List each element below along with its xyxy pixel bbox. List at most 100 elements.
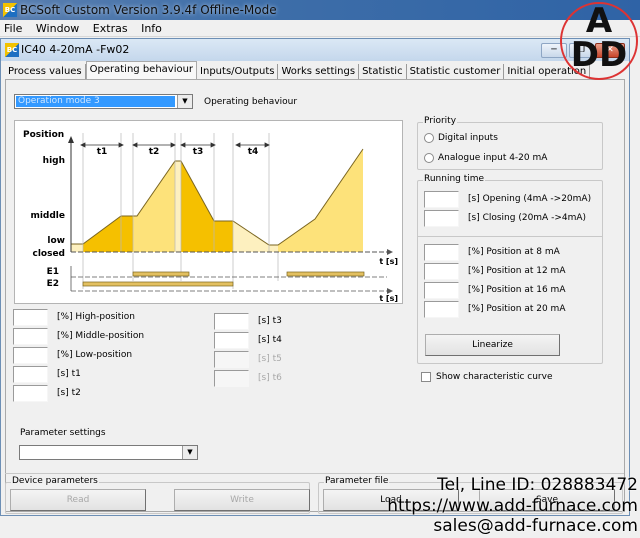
e1-bar-2 — [286, 271, 365, 277]
position-20ma-label: [%] Position at 20 mA — [468, 304, 566, 314]
chevron-down-icon[interactable]: ▼ — [177, 95, 192, 108]
panel-divider — [5, 473, 624, 474]
middle-position-input[interactable] — [13, 328, 48, 345]
level-middle: middle — [30, 211, 65, 221]
t1-input[interactable] — [13, 366, 48, 383]
linearize-button[interactable]: Linearize — [425, 334, 560, 356]
tab-inputs-outputs[interactable]: Inputs/Outputs — [197, 64, 279, 79]
device-window-title-bar: BC IC40 4-20mA -Fw02 ─ ❐ ✕ — [1, 39, 629, 61]
priority-title: Priority — [423, 116, 458, 126]
area-t3-ramp — [181, 161, 214, 252]
low-position-input[interactable] — [13, 347, 48, 364]
watermark-logo-bottom: DD — [570, 35, 628, 75]
e1-bar-1 — [132, 271, 190, 277]
operating-behaviour-label: Operating behaviour — [204, 97, 298, 107]
tab-operating-behaviour[interactable]: Operating behaviour — [85, 61, 198, 80]
menu-info[interactable]: Info — [141, 22, 162, 35]
parameter-settings-value — [21, 447, 180, 458]
t3-label: [s] t3 — [258, 316, 282, 326]
area-hold-middle — [214, 221, 233, 252]
t3-input[interactable] — [214, 313, 249, 330]
interval-t2: t2 — [149, 147, 160, 157]
chevron-down-icon[interactable]: ▼ — [182, 446, 197, 459]
t4-label: [s] t4 — [258, 335, 282, 345]
area-t2-ramp — [133, 161, 175, 252]
level-closed: closed — [32, 249, 65, 259]
t5-input[interactable] — [214, 351, 249, 368]
t1-label: [s] t1 — [57, 369, 81, 379]
priority-group: Priority Digital inputs Analogue input 4… — [417, 116, 603, 170]
level-high: high — [43, 156, 65, 166]
interval-t3: t3 — [193, 147, 204, 157]
t2-label: [s] t2 — [57, 388, 81, 398]
running-time-title: Running time — [423, 174, 486, 184]
device-window-title: IC40 4-20mA -Fw02 — [21, 43, 130, 56]
minimize-icon: ─ — [551, 45, 557, 55]
y-axis-arrow — [68, 136, 74, 143]
menu-extras[interactable]: Extras — [93, 22, 128, 35]
watermark-url: https://www.add-furnace.com — [387, 496, 638, 516]
operating-mode-value: Operation mode 3 — [16, 96, 175, 107]
position-8ma-label: [%] Position at 8 mA — [468, 247, 560, 257]
running-time-group: Running time [s] Opening (4mA ->20mA) [s… — [417, 174, 603, 364]
t2-input[interactable] — [13, 385, 48, 402]
position-20ma-input[interactable] — [424, 301, 459, 318]
tab-process-values[interactable]: Process values — [5, 64, 86, 79]
position-12ma-input[interactable] — [424, 263, 459, 280]
position-12ma-label: [%] Position at 12 mA — [468, 266, 566, 276]
position-8ma-input[interactable] — [424, 244, 459, 261]
running-time-divider — [418, 236, 602, 237]
watermark-email: sales@add-furnace.com — [433, 516, 638, 536]
device-parameters-title: Device parameters — [11, 476, 99, 486]
bcsoft-logo-icon: BC — [5, 43, 19, 57]
x-label-bottom: t [s] — [379, 294, 398, 303]
t6-label: [s] t6 — [258, 373, 282, 383]
read-button[interactable]: Read — [10, 489, 146, 511]
app-title-bar: BC BCSoft Custom Version 3.9.4f Offline-… — [0, 0, 640, 20]
interval-t4: t4 — [248, 147, 259, 157]
high-position-label: [%] High-position — [57, 312, 136, 322]
tab-works-settings[interactable]: Works settings — [278, 64, 360, 79]
t4-input[interactable] — [214, 332, 249, 349]
e2-bar-1 — [82, 281, 234, 287]
show-curve-label: Show characteristic curve — [436, 372, 553, 382]
low-position-label: [%] Low-position — [57, 350, 133, 360]
area-t1-ramp — [83, 216, 133, 252]
closing-time-input[interactable] — [424, 210, 459, 227]
parameter-settings-label: Parameter settings — [20, 428, 106, 438]
level-low: low — [47, 236, 65, 246]
parameter-file-title: Parameter file — [324, 476, 390, 486]
operating-diagram-svg: Position high middle low closed t1 t2 t3… — [23, 130, 398, 303]
signal-e1: E1 — [47, 267, 59, 277]
digital-inputs-label: Digital inputs — [438, 133, 498, 143]
tab-bar: Process values Operating behaviour Inputs/… — [5, 61, 591, 80]
opening-time-input[interactable] — [424, 191, 459, 208]
tab-statistic[interactable]: Statistic — [359, 64, 407, 79]
operating-mode-select[interactable]: Operation mode 3 ▼ — [14, 94, 193, 109]
write-button[interactable]: Write — [174, 489, 310, 511]
menu-file[interactable]: File — [4, 22, 22, 35]
parameter-settings-select[interactable]: ▼ — [19, 445, 198, 460]
t6-input[interactable] — [214, 370, 249, 387]
menu-bar: File Window Extras Info — [0, 20, 640, 37]
app-title: BCSoft Custom Version 3.9.4f Offline-Mod… — [20, 3, 277, 17]
opening-time-label: [s] Opening (4mA ->20mA) — [468, 194, 592, 204]
y-axis-title: Position — [23, 130, 64, 140]
area-peak — [175, 161, 181, 252]
analogue-input-radio[interactable] — [424, 153, 434, 163]
closing-time-label: [s] Closing (20mA ->4mA) — [468, 213, 587, 223]
position-16ma-input[interactable] — [424, 282, 459, 299]
watermark-phone: Tel, Line ID: 028883472 — [437, 475, 638, 495]
x-axis-top-arrow — [387, 249, 393, 255]
add-logo-watermark: A DD — [560, 2, 638, 80]
menu-window[interactable]: Window — [36, 22, 79, 35]
high-position-input[interactable] — [13, 309, 48, 326]
watermark-logo-top: A — [585, 1, 613, 41]
digital-inputs-radio[interactable] — [424, 133, 434, 143]
analogue-input-label: Analogue input 4-20 mA — [438, 153, 548, 163]
signal-e2: E2 — [47, 279, 59, 289]
bcsoft-logo-icon: BC — [3, 3, 17, 17]
show-curve-checkbox[interactable] — [421, 372, 431, 382]
x-label-top: t [s] — [379, 257, 398, 266]
tab-statistic-customer[interactable]: Statistic customer — [407, 64, 505, 79]
